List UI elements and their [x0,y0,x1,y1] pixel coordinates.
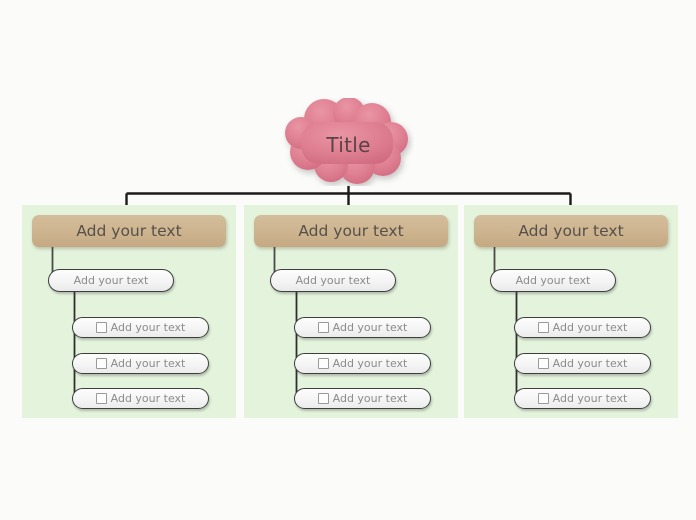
checkbox-icon[interactable] [95,322,107,333]
checklist-item-label: Add your text [552,392,628,405]
checkbox-icon[interactable] [537,322,549,333]
checkbox-icon[interactable] [537,393,549,404]
checklist-item-label: Add your text [110,357,186,370]
checklist-item-label: Add your text [332,321,408,334]
checklist-item-label: Add your text [552,357,628,370]
checklist-item[interactable]: Add your text [514,317,651,338]
branch-header-2[interactable]: Add your text [474,215,668,247]
root-node-cloud[interactable]: Title [283,98,414,186]
checklist-item[interactable]: Add your text [294,388,431,409]
branch-primary-item-label-2: Add your text [515,274,591,287]
checklist-item-label: Add your text [552,321,628,334]
checklist-item[interactable]: Add your text [514,388,651,409]
checklist-item[interactable]: Add your text [294,317,431,338]
branch-panel-0: Add your text Add your text Add your tex… [22,205,236,418]
checkbox-icon[interactable] [317,393,329,404]
branch-primary-item-label-0: Add your text [73,274,149,287]
branch-header-0[interactable]: Add your text [32,215,226,247]
branch-panel-2: Add your text Add your text Add your tex… [464,205,678,418]
branch-header-label-0: Add your text [76,222,182,240]
checkbox-icon[interactable] [95,393,107,404]
checklist-item-label: Add your text [110,392,186,405]
checklist-item-label: Add your text [110,321,186,334]
checkbox-icon[interactable] [317,322,329,333]
checkbox-icon[interactable] [537,358,549,369]
branch-primary-item-label-1: Add your text [295,274,371,287]
checklist-item[interactable]: Add your text [294,353,431,374]
checklist-item[interactable]: Add your text [72,388,209,409]
branch-header-1[interactable]: Add your text [254,215,448,247]
branch-header-label-2: Add your text [518,222,624,240]
diagram-canvas: Title Add your text Add your text Add yo… [0,0,696,520]
branch-primary-item-1[interactable]: Add your text [270,269,396,292]
branch-primary-item-2[interactable]: Add your text [490,269,616,292]
branch-panel-1: Add your text Add your text Add your tex… [244,205,458,418]
cloud-shape-icon [285,98,408,184]
checklist-item[interactable]: Add your text [72,317,209,338]
branch-primary-item-0[interactable]: Add your text [48,269,174,292]
branch-header-label-1: Add your text [298,222,404,240]
checklist-item-label: Add your text [332,392,408,405]
checkbox-icon[interactable] [95,358,107,369]
checklist-item[interactable]: Add your text [514,353,651,374]
checkbox-icon[interactable] [317,358,329,369]
checklist-item-label: Add your text [332,357,408,370]
checklist-item[interactable]: Add your text [72,353,209,374]
